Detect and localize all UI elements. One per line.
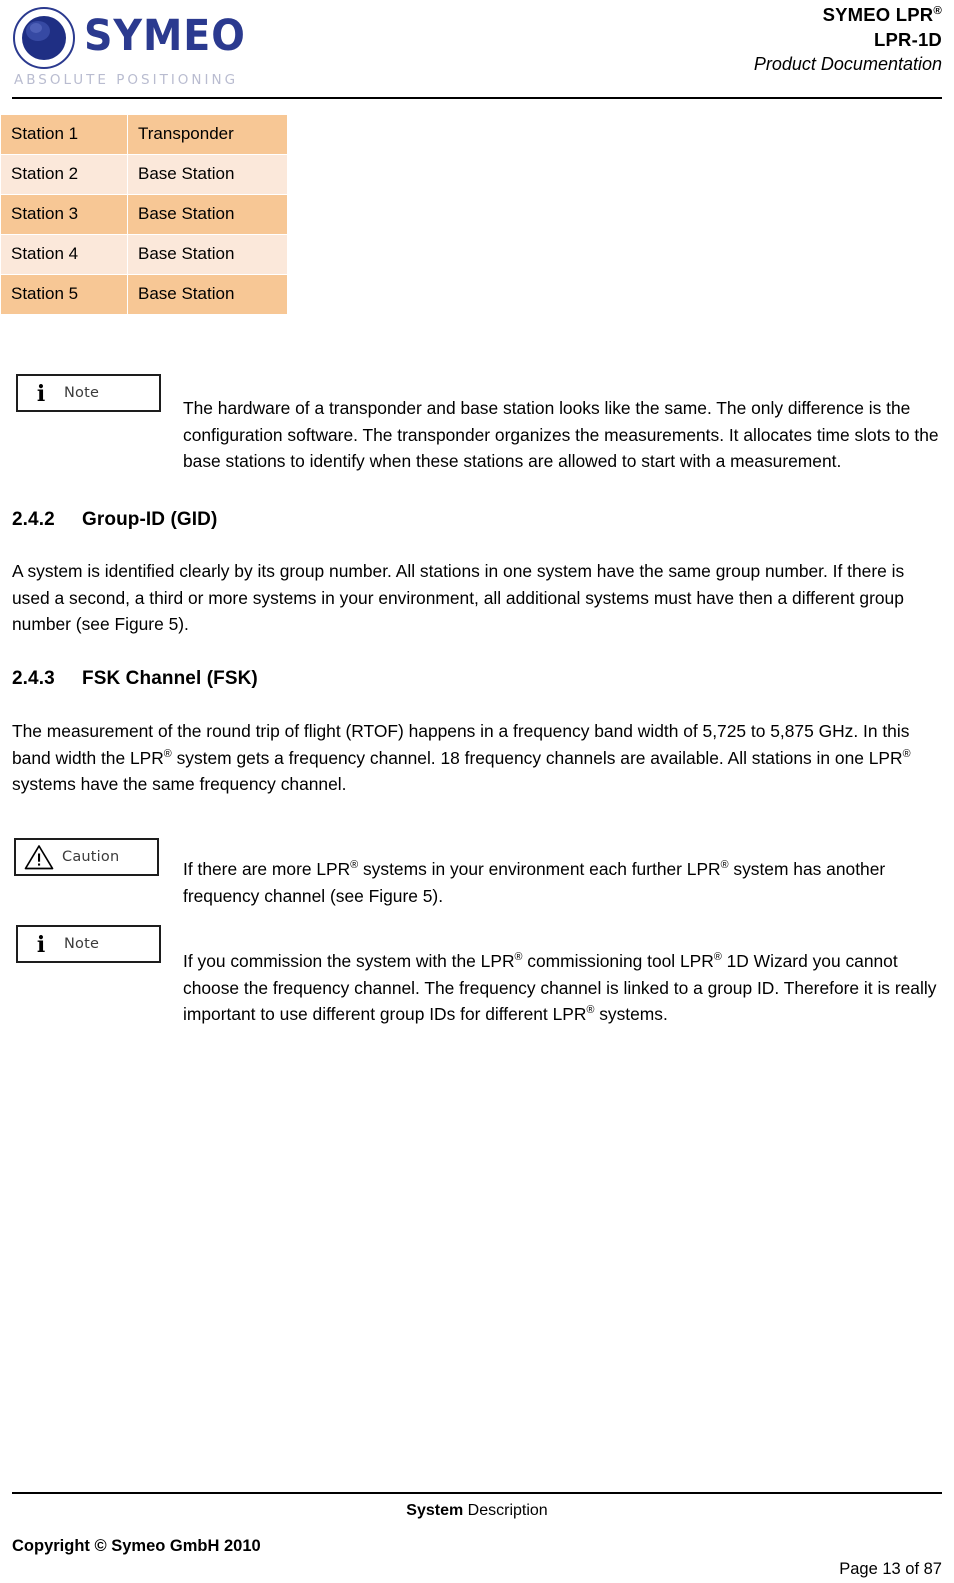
info-icon: i bbox=[36, 931, 46, 958]
caution-text: If there are more LPR® systems in your e… bbox=[183, 859, 886, 906]
role-cell: Base Station bbox=[128, 155, 287, 194]
section-heading-2-4-3: 2.4.3 FSK Channel (FSK) bbox=[12, 668, 258, 690]
header-subtitle: Product Documentation bbox=[753, 54, 942, 74]
role-cell: Base Station bbox=[128, 195, 287, 234]
note-text: The hardware of a transponder and base s… bbox=[183, 398, 939, 471]
header-title-block: SYMEO LPR® LPR-1D Product Documentation bbox=[422, 2, 942, 77]
note-badge-inner: i Note bbox=[18, 376, 159, 410]
station-cell: Station 1 bbox=[1, 115, 127, 154]
footer-doc-type-bold: System bbox=[406, 1502, 464, 1519]
role-cell: Base Station bbox=[128, 275, 287, 314]
registered-mark-icon: ® bbox=[902, 747, 911, 760]
note-badge-label: Note bbox=[64, 936, 100, 952]
header-product-name: SYMEO LPR® bbox=[822, 4, 942, 25]
table-body: Station 1 Transponder Station 2 Base Sta… bbox=[1, 115, 287, 314]
table-row: Station 1 Transponder bbox=[1, 115, 287, 154]
footer-copyright: Copyright © Symeo GmbH 2010 bbox=[12, 1537, 261, 1555]
note-badge-label: Note bbox=[64, 385, 100, 401]
footer-page-number: Page 13 of 87 bbox=[839, 1560, 942, 1578]
caution-badge-label: Caution bbox=[62, 849, 120, 865]
section-2-4-2-paragraph: A system is identified clearly by its gr… bbox=[12, 561, 905, 634]
caution-badge: Caution bbox=[14, 838, 159, 876]
section-title: FSK Channel (FSK) bbox=[82, 668, 258, 689]
registered-mark-icon: ® bbox=[350, 859, 359, 872]
station-cell: Station 3 bbox=[1, 195, 127, 234]
station-cell: Station 5 bbox=[1, 275, 127, 314]
note-badge: i Note bbox=[16, 374, 161, 412]
symeo-logo: SYMEO ABSOLUTE POSITIONING bbox=[12, 4, 245, 90]
station-role-table: Station 1 Transponder Station 2 Base Sta… bbox=[0, 114, 288, 315]
symeo-sphere-logo-icon bbox=[13, 7, 75, 69]
registered-mark-icon: ® bbox=[720, 859, 729, 872]
warning-triangle-icon bbox=[16, 844, 62, 870]
section-number: 2.4.2 bbox=[12, 509, 55, 530]
station-cell: Station 4 bbox=[1, 235, 127, 274]
caution-badge-inner: Caution bbox=[16, 840, 157, 874]
registered-mark-icon: ® bbox=[933, 4, 942, 17]
registered-mark-icon: ® bbox=[713, 951, 722, 964]
page-header: SYMEO ABSOLUTE POSITIONING SYMEO LPR® LP… bbox=[0, 0, 954, 99]
footer-divider bbox=[12, 1492, 942, 1494]
note-text: If you commission the system with the LP… bbox=[183, 951, 937, 1024]
station-cell: Station 2 bbox=[1, 155, 127, 194]
registered-mark-icon: ® bbox=[163, 747, 172, 760]
table-row: Station 4 Base Station bbox=[1, 235, 287, 274]
note-badge: i Note bbox=[16, 925, 161, 963]
table-row: Station 3 Base Station bbox=[1, 195, 287, 234]
role-cell: Base Station bbox=[128, 235, 287, 274]
document-page: SYMEO ABSOLUTE POSITIONING SYMEO LPR® LP… bbox=[0, 0, 954, 1583]
section-number: 2.4.3 bbox=[12, 668, 55, 689]
header-divider bbox=[12, 97, 942, 99]
note-badge-inner: i Note bbox=[18, 927, 159, 961]
section-2-4-3-paragraph: The measurement of the round trip of fli… bbox=[12, 721, 911, 794]
header-model: LPR-1D bbox=[873, 29, 942, 50]
section-heading-2-4-2: 2.4.2 Group-ID (GID) bbox=[12, 509, 217, 531]
section-title: Group-ID (GID) bbox=[82, 509, 218, 530]
logo-wordmark: SYMEO bbox=[84, 11, 246, 61]
logo-tagline: ABSOLUTE POSITIONING bbox=[14, 72, 239, 88]
footer-doc-type-rest: Description bbox=[463, 1502, 548, 1519]
role-cell: Transponder bbox=[128, 115, 287, 154]
table-row: Station 5 Base Station bbox=[1, 275, 287, 314]
info-icon: i bbox=[36, 380, 46, 407]
footer-doc-type: System Description bbox=[0, 1502, 954, 1520]
table-row: Station 2 Base Station bbox=[1, 155, 287, 194]
